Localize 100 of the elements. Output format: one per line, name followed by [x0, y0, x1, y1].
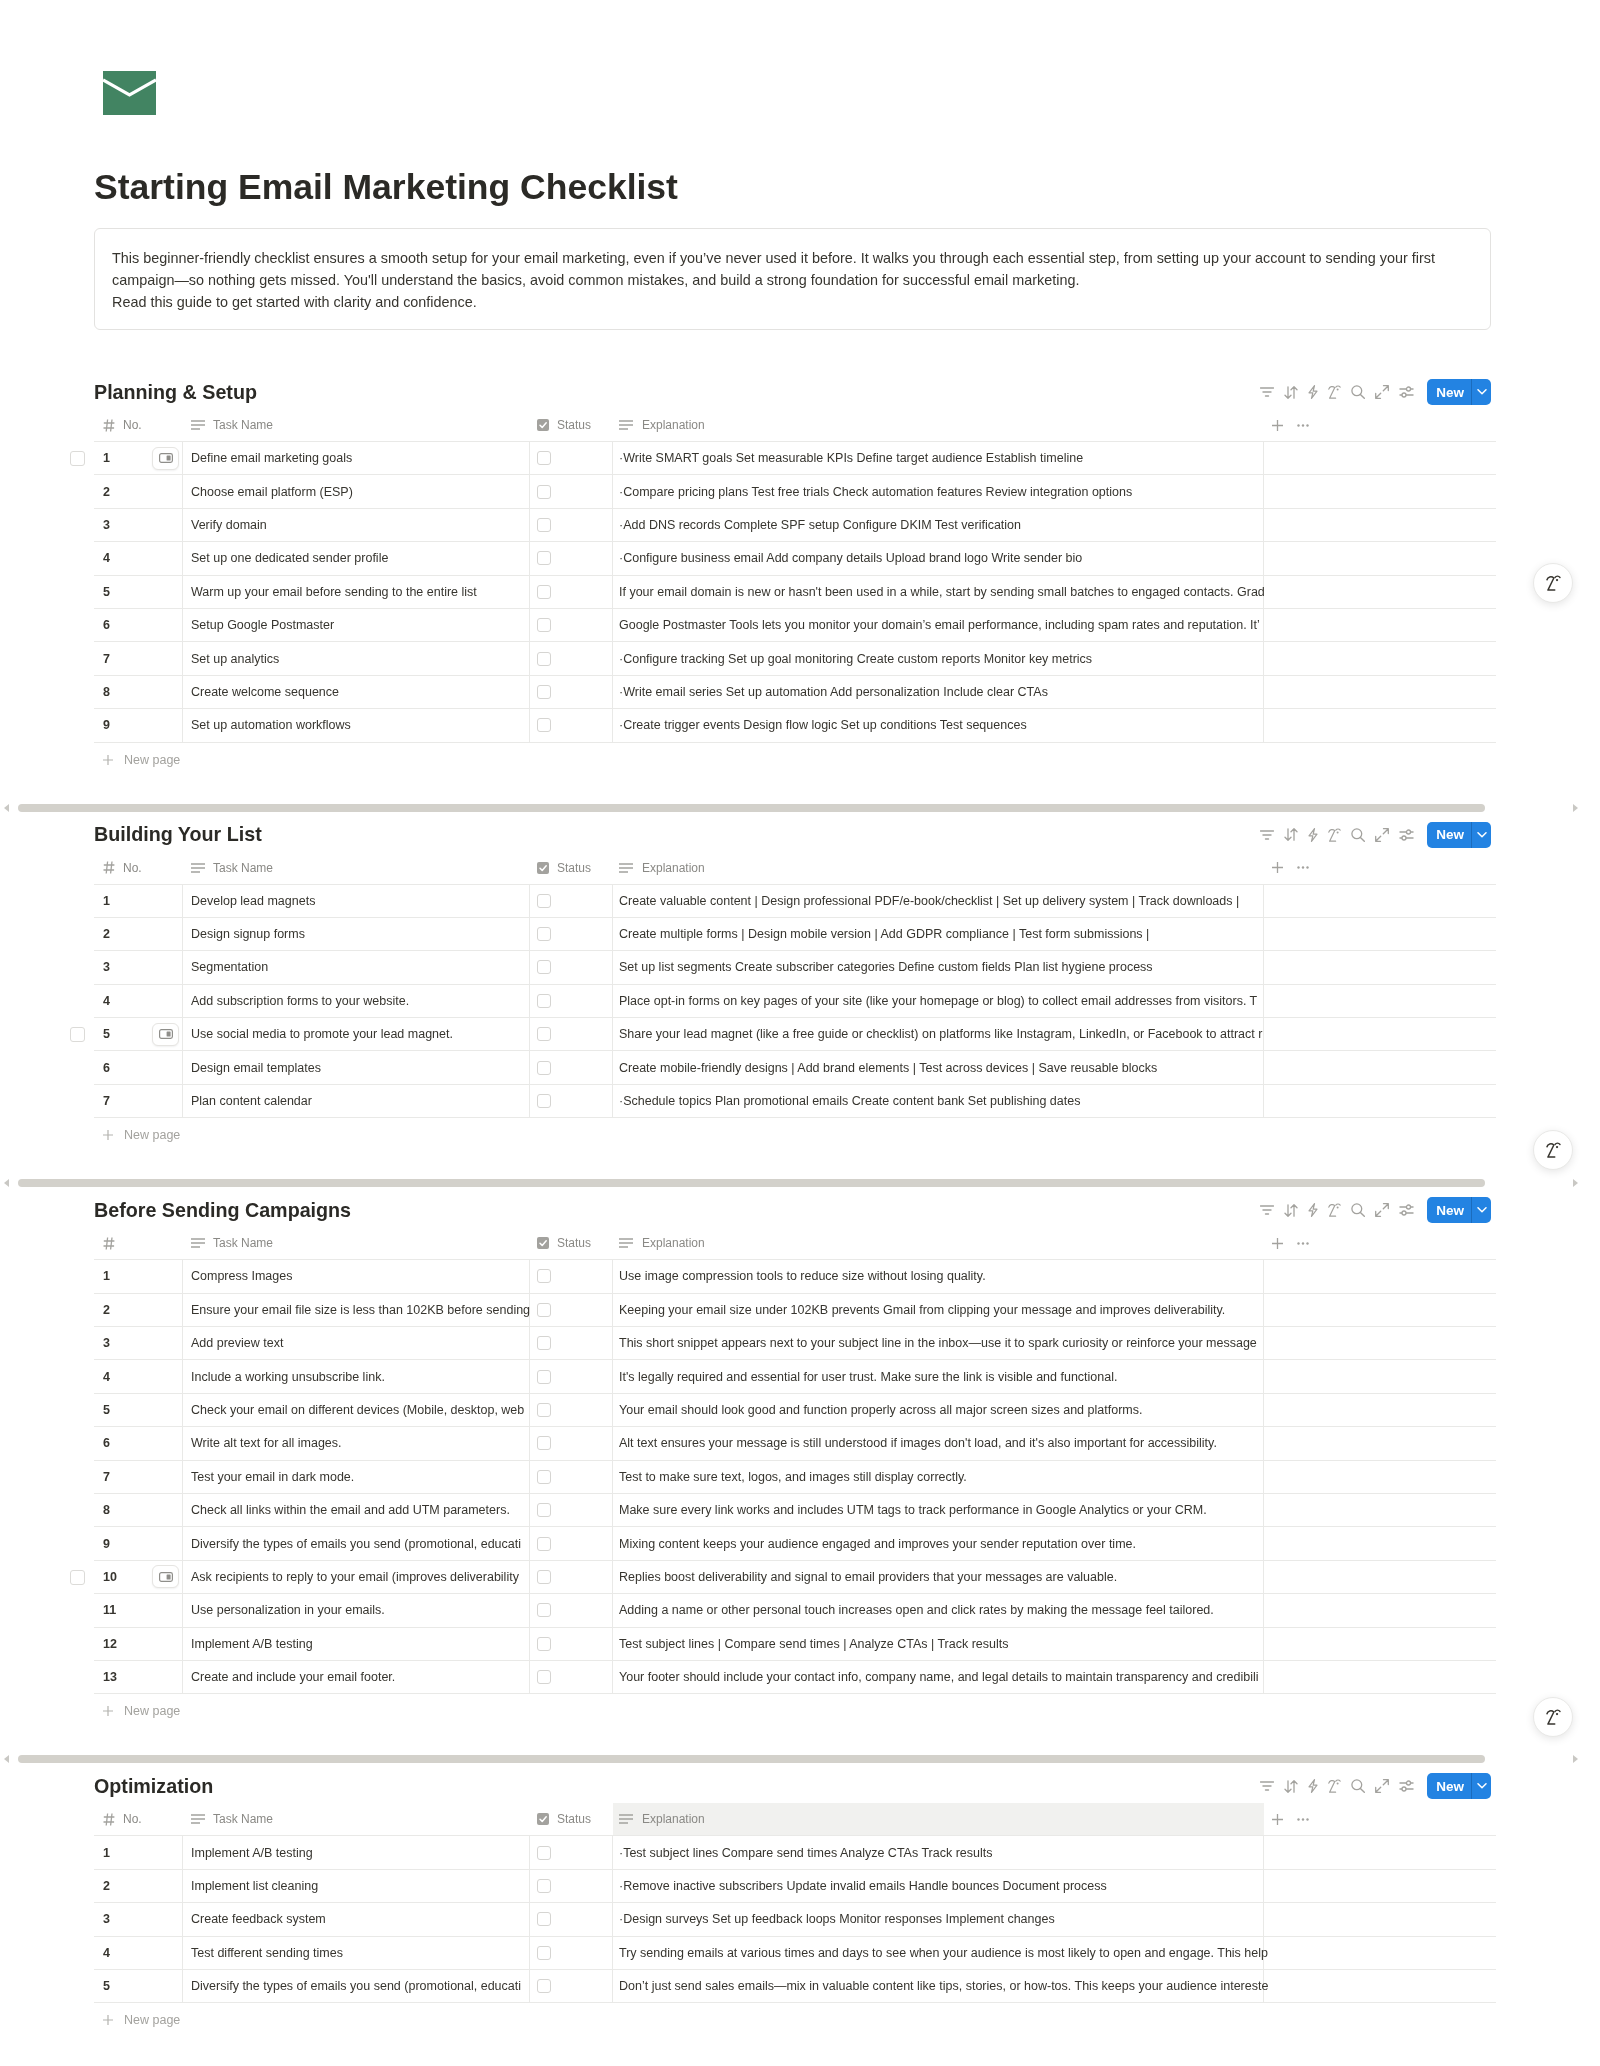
sliders-icon[interactable]: [1399, 1780, 1415, 1793]
status-checkbox[interactable]: [537, 1469, 551, 1484]
status-checkbox[interactable]: [537, 1403, 551, 1417]
column-header[interactable]: Status: [530, 1803, 613, 1836]
status-checkbox[interactable]: [537, 1536, 551, 1551]
more-icon[interactable]: [1297, 1817, 1309, 1821]
horizontal-scrollbar[interactable]: [18, 1755, 1485, 1764]
status-checkbox[interactable]: [537, 1302, 551, 1317]
expand-icon[interactable]: [1375, 827, 1390, 842]
status-checkbox[interactable]: [537, 1979, 551, 1994]
status-checkbox[interactable]: [537, 1436, 551, 1451]
sliders-icon[interactable]: [1399, 1204, 1415, 1217]
squiggle-icon[interactable]: [1328, 1203, 1342, 1218]
lightning-icon[interactable]: [1308, 1779, 1319, 1794]
column-header[interactable]: No.: [94, 1803, 183, 1836]
floating-button[interactable]: [1533, 563, 1573, 603]
column-header[interactable]: Status: [530, 1227, 613, 1260]
new-page-button[interactable]: New page: [94, 2003, 181, 2038]
new-dropdown-button[interactable]: [1471, 821, 1491, 848]
floating-button[interactable]: [1533, 1129, 1573, 1170]
search-icon[interactable]: [1351, 385, 1366, 399]
column-header[interactable]: No.: [94, 851, 183, 884]
filter-icon[interactable]: [1260, 1781, 1275, 1792]
status-checkbox[interactable]: [537, 1670, 551, 1685]
sliders-icon[interactable]: [1399, 828, 1415, 841]
lightning-icon[interactable]: [1308, 385, 1319, 399]
expand-icon[interactable]: [1375, 1779, 1390, 1794]
column-header[interactable]: Task Name: [183, 409, 530, 441]
status-checkbox[interactable]: [537, 1845, 551, 1860]
row-select-checkbox[interactable]: [70, 451, 85, 466]
scroll-left-icon[interactable]: [4, 1755, 9, 1764]
new-button[interactable]: New: [1427, 821, 1471, 848]
status-checkbox[interactable]: [537, 1369, 551, 1384]
filter-icon[interactable]: [1260, 387, 1275, 397]
status-checkbox[interactable]: [537, 584, 551, 599]
open-peek-button[interactable]: [152, 1022, 179, 1046]
horizontal-scrollbar[interactable]: [18, 1179, 1485, 1188]
status-checkbox[interactable]: [537, 484, 551, 499]
filter-icon[interactable]: [1260, 829, 1275, 840]
plus-icon[interactable]: [1272, 1237, 1283, 1249]
filter-icon[interactable]: [1260, 1205, 1275, 1216]
new-page-button[interactable]: New page: [94, 1694, 181, 1729]
open-peek-button[interactable]: [152, 446, 179, 470]
more-icon[interactable]: [1297, 1241, 1309, 1245]
status-checkbox[interactable]: [537, 1945, 551, 1960]
status-checkbox[interactable]: [537, 1060, 551, 1075]
status-checkbox[interactable]: [537, 993, 551, 1008]
open-peek-button[interactable]: [152, 1565, 179, 1589]
scroll-right-icon[interactable]: [1573, 1179, 1578, 1188]
sliders-icon[interactable]: [1399, 386, 1415, 398]
new-page-button[interactable]: New page: [94, 742, 181, 777]
column-header[interactable]: Task Name: [183, 1227, 530, 1260]
expand-icon[interactable]: [1375, 1203, 1390, 1218]
more-icon[interactable]: [1297, 423, 1309, 427]
new-button[interactable]: New: [1427, 1773, 1471, 1800]
status-checkbox[interactable]: [537, 927, 551, 942]
status-checkbox[interactable]: [537, 718, 551, 733]
lightning-icon[interactable]: [1308, 1203, 1319, 1218]
status-checkbox[interactable]: [537, 1878, 551, 1893]
status-checkbox[interactable]: [537, 684, 551, 699]
column-header[interactable]: Explanation: [613, 1227, 1264, 1260]
status-checkbox[interactable]: [537, 1636, 551, 1651]
status-checkbox[interactable]: [537, 1569, 551, 1584]
search-icon[interactable]: [1351, 827, 1366, 842]
plus-icon[interactable]: [1272, 862, 1283, 873]
status-checkbox[interactable]: [537, 1269, 551, 1284]
column-header[interactable]: Status: [530, 409, 613, 441]
column-header[interactable]: Explanation: [613, 1803, 1264, 1836]
sort-icon[interactable]: [1284, 1779, 1299, 1793]
status-checkbox[interactable]: [537, 451, 551, 466]
status-checkbox[interactable]: [537, 1336, 551, 1351]
status-checkbox[interactable]: [537, 618, 551, 633]
status-checkbox[interactable]: [537, 1603, 551, 1618]
squiggle-icon[interactable]: [1328, 1779, 1342, 1794]
scroll-left-icon[interactable]: [4, 803, 9, 812]
row-select-checkbox[interactable]: [70, 1569, 85, 1585]
squiggle-icon[interactable]: [1328, 385, 1342, 399]
expand-icon[interactable]: [1375, 385, 1390, 399]
status-checkbox[interactable]: [537, 893, 551, 908]
sort-icon[interactable]: [1284, 1203, 1299, 1217]
column-header[interactable]: Explanation: [613, 409, 1264, 441]
status-checkbox[interactable]: [537, 1094, 551, 1109]
plus-icon[interactable]: [1272, 419, 1283, 431]
status-checkbox[interactable]: [537, 1027, 551, 1042]
status-checkbox[interactable]: [537, 551, 551, 566]
floating-button[interactable]: [1533, 1697, 1573, 1738]
column-header[interactable]: Task Name: [183, 851, 530, 884]
squiggle-icon[interactable]: [1328, 827, 1342, 842]
new-button[interactable]: New: [1427, 379, 1471, 405]
new-dropdown-button[interactable]: [1471, 379, 1491, 405]
scroll-right-icon[interactable]: [1573, 1755, 1578, 1764]
status-checkbox[interactable]: [537, 517, 551, 532]
sort-icon[interactable]: [1284, 828, 1299, 841]
search-icon[interactable]: [1351, 1203, 1366, 1218]
row-select-checkbox[interactable]: [70, 1027, 85, 1043]
lightning-icon[interactable]: [1308, 827, 1319, 842]
new-page-button[interactable]: New page: [94, 1118, 181, 1153]
new-button[interactable]: New: [1427, 1197, 1471, 1224]
column-header[interactable]: No.: [94, 409, 183, 441]
column-header[interactable]: Status: [530, 851, 613, 884]
